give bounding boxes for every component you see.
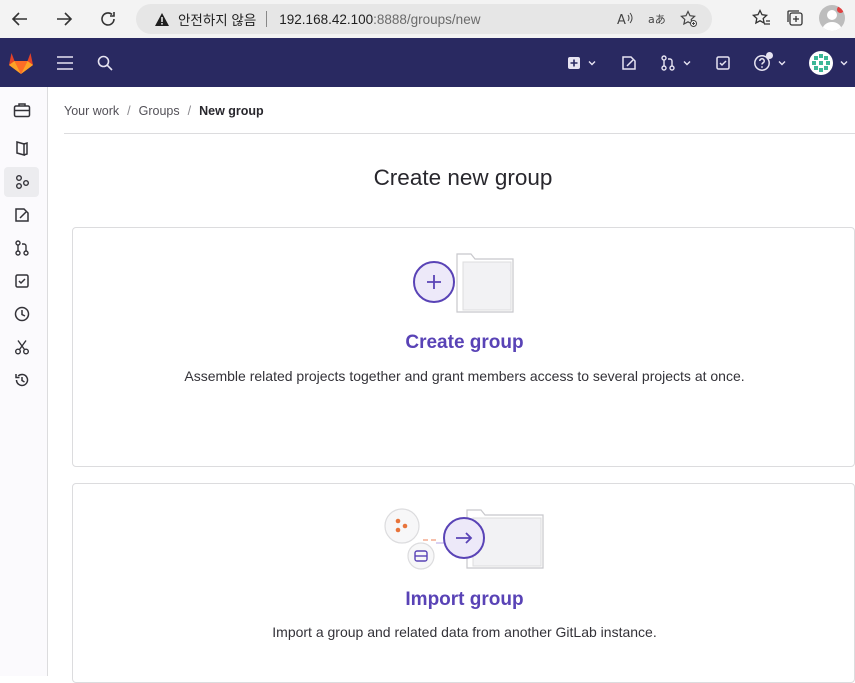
group-icon [15, 175, 29, 189]
help-notification-dot [766, 51, 773, 59]
gitlab-topbar [0, 38, 855, 87]
create-group-panel[interactable]: Create group Assemble related projects t… [72, 227, 855, 467]
new-dropdown[interactable] [562, 38, 602, 87]
clock-icon [14, 306, 29, 322]
sidebar-item-merge-requests[interactable] [4, 233, 39, 263]
breadcrumb-groups[interactable]: Groups [139, 104, 180, 118]
sidebar-item-projects[interactable] [4, 133, 39, 163]
search-icon [97, 55, 113, 71]
breadcrumb-new-group[interactable]: New group [199, 104, 264, 118]
help-dropdown[interactable] [750, 38, 790, 87]
chevron-down-icon [588, 60, 596, 65]
todo-checkbox-icon [14, 274, 29, 288]
folder-plus-icon [413, 253, 514, 313]
sidebar-item-activity[interactable] [4, 365, 39, 395]
issues-button[interactable] [616, 38, 642, 87]
sidebar-item-your-work[interactable] [4, 95, 39, 125]
search-button[interactable] [92, 38, 118, 87]
chevron-down-icon [778, 60, 786, 65]
scissors-icon [14, 340, 29, 355]
forward-button[interactable] [50, 5, 78, 33]
chevron-down-icon [840, 60, 848, 65]
favorites-icon[interactable] [751, 8, 771, 28]
hamburger-icon [57, 55, 73, 70]
user-avatar-icon [809, 50, 833, 75]
svg-text:aあ: aあ [648, 13, 666, 26]
plus-square-icon [568, 56, 580, 69]
issues-icon [622, 55, 636, 70]
chevron-down-icon [683, 60, 691, 65]
page-title: Create new group [373, 165, 553, 190]
reload-icon [101, 12, 115, 26]
sidebar-item-issues[interactable] [4, 200, 39, 230]
sidebar-item-todos[interactable] [4, 266, 39, 296]
add-favorite-icon[interactable] [680, 10, 698, 28]
browser-toolbar: 안전하지 않음 192.168.42.100:8888/groups/new A… [0, 0, 855, 38]
merge-request-icon [14, 240, 29, 256]
create-group-title[interactable]: Create group [73, 332, 855, 354]
user-menu-dropdown[interactable] [806, 38, 852, 87]
browser-actions [751, 5, 845, 31]
svg-text:A: A [617, 13, 626, 28]
notification-dot [837, 6, 844, 13]
merge-requests-dropdown[interactable] [656, 38, 696, 87]
merge-request-icon [661, 54, 675, 71]
help-icon [753, 51, 773, 72]
breadcrumb: Your work / Groups / New group [64, 102, 264, 120]
import-group-panel[interactable]: Import group Import a group and related … [72, 483, 855, 683]
sidebar-item-snippets[interactable] [4, 332, 39, 362]
briefcase-icon [13, 103, 30, 118]
project-icon [15, 141, 28, 156]
security-label[interactable]: 안전하지 않음 [178, 9, 256, 29]
sidebar-item-groups[interactable] [4, 167, 39, 197]
tanuki-icon [9, 52, 33, 74]
browser-profile-avatar[interactable] [819, 5, 845, 31]
import-group-title[interactable]: Import group [73, 589, 855, 611]
breadcrumb-your-work[interactable]: Your work [64, 104, 119, 118]
menu-button[interactable] [52, 38, 78, 87]
address-bar[interactable]: 안전하지 않음 192.168.42.100:8888/groups/new A… [136, 4, 712, 34]
divider [64, 133, 855, 134]
back-button[interactable] [6, 5, 34, 33]
todo-checkbox-icon [716, 55, 730, 70]
reload-button[interactable] [94, 5, 122, 33]
address-bar-actions: A aあ [616, 10, 698, 28]
import-group-description: Import a group and related data from ano… [272, 624, 657, 640]
breadcrumb-separator: / [187, 104, 192, 118]
issues-icon [14, 208, 29, 222]
read-aloud-icon[interactable]: A [616, 10, 634, 28]
folder-import-icon [384, 508, 544, 570]
warning-icon [154, 12, 170, 27]
gitlab-logo[interactable] [5, 38, 37, 87]
translate-icon[interactable]: aあ [648, 10, 666, 28]
arrow-right-icon [57, 12, 73, 26]
create-group-description: Assemble related projects together and g… [184, 368, 745, 384]
url-path: :8888/groups/new [373, 11, 481, 27]
history-icon [14, 373, 28, 387]
left-sidebar [0, 87, 48, 676]
todos-button[interactable] [710, 38, 736, 87]
address-divider [266, 11, 268, 27]
arrow-left-icon [11, 12, 27, 26]
collections-icon[interactable] [785, 8, 805, 28]
sidebar-item-milestones[interactable] [4, 299, 39, 329]
url-host: 192.168.42.100 [279, 11, 374, 27]
breadcrumb-separator: / [127, 104, 131, 118]
